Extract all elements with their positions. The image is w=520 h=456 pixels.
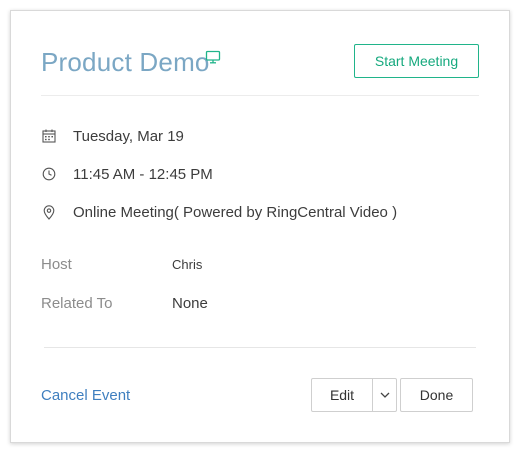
map-pin-icon	[41, 204, 57, 220]
related-to-row: Related To None	[41, 293, 208, 313]
event-location: Online Meeting( Powered by RingCentral V…	[73, 203, 398, 221]
event-location-row: Online Meeting( Powered by RingCentral V…	[41, 202, 397, 222]
event-date: Tuesday, Mar 19	[73, 127, 184, 145]
done-button[interactable]: Done	[400, 378, 473, 412]
host-label: Host	[41, 255, 72, 273]
host-value: Chris	[172, 256, 203, 272]
edit-button[interactable]: Edit	[312, 379, 373, 411]
event-time: 11:45 AM - 12:45 PM	[73, 165, 213, 183]
related-to-value: None	[172, 294, 208, 312]
edit-split-button: Edit	[311, 378, 397, 412]
related-to-label: Related To	[41, 294, 113, 312]
event-date-row: Tuesday, Mar 19	[41, 126, 184, 146]
clock-icon	[41, 166, 57, 182]
footer-divider	[44, 347, 476, 348]
event-time-row: 11:45 AM - 12:45 PM	[41, 164, 213, 184]
host-row: Host Chris	[41, 254, 202, 274]
event-details-card: Product Demo Start Meeting Tuesday, Mar …	[10, 10, 510, 443]
chevron-down-icon[interactable]	[373, 379, 396, 411]
header-divider	[41, 95, 479, 96]
calendar-icon	[41, 128, 57, 144]
event-header: Product Demo Start Meeting	[41, 44, 479, 84]
monitor-icon	[205, 50, 221, 64]
start-meeting-button[interactable]: Start Meeting	[354, 44, 479, 78]
cancel-event-link[interactable]: Cancel Event	[41, 387, 130, 404]
event-title: Product Demo	[41, 47, 210, 77]
